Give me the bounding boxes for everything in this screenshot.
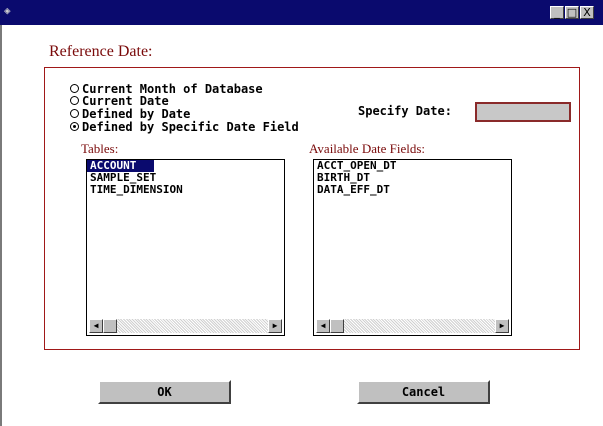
radio-button[interactable] (70, 109, 79, 118)
cancel-button[interactable]: Cancel (357, 380, 490, 404)
option-label: Current Date (82, 93, 169, 108)
radio-button[interactable] (70, 96, 79, 105)
section-heading: Reference Date: (49, 43, 153, 60)
list-item[interactable]: TIME_DIMENSION (87, 184, 284, 196)
scroll-left-icon[interactable]: ◀ (316, 319, 330, 333)
scroll-thumb[interactable] (103, 319, 117, 333)
option-label: Defined by Specific Date Field (82, 119, 299, 134)
radio-button[interactable] (70, 84, 79, 93)
scroll-track[interactable] (117, 319, 268, 333)
list-item[interactable]: DATA_EFF_DT (314, 184, 511, 196)
scroll-thumb[interactable] (330, 319, 344, 333)
close-button[interactable]: X (580, 6, 594, 19)
horizontal-scrollbar[interactable]: ◀ ▶ (89, 319, 282, 333)
option-defined-by-field[interactable]: Defined by Specific Date Field (70, 119, 299, 134)
tables-caption: Tables: (81, 141, 119, 156)
option-current-date[interactable]: Current Date (70, 93, 169, 108)
scroll-left-icon[interactable]: ◀ (89, 319, 103, 333)
system-menu-icon[interactable]: ◈ (4, 4, 18, 18)
minimize-button[interactable]: _ (550, 6, 564, 19)
option-label: Defined by Date (82, 106, 191, 121)
scroll-right-icon[interactable]: ▶ (268, 319, 282, 333)
title-bar: ◈ _ □ X (0, 0, 603, 25)
option-defined-by-date[interactable]: Defined by Date (70, 106, 191, 121)
scroll-track[interactable] (344, 319, 495, 333)
scroll-right-icon[interactable]: ▶ (495, 319, 509, 333)
specify-date-label: Specify Date: (358, 104, 452, 118)
radio-button-selected[interactable] (70, 122, 79, 131)
fields-caption: Available Date Fields: (309, 141, 426, 156)
tables-listbox[interactable]: ACCOUNT SAMPLE_SET TIME_DIMENSION ◀ ▶ (86, 159, 285, 336)
maximize-button[interactable]: □ (565, 6, 579, 19)
specify-date-input[interactable] (475, 102, 571, 122)
date-fields-listbox[interactable]: ACCT_OPEN_DT BIRTH_DT DATA_EFF_DT ◀ ▶ (313, 159, 512, 336)
horizontal-scrollbar[interactable]: ◀ ▶ (316, 319, 509, 333)
ok-button[interactable]: OK (98, 380, 231, 404)
